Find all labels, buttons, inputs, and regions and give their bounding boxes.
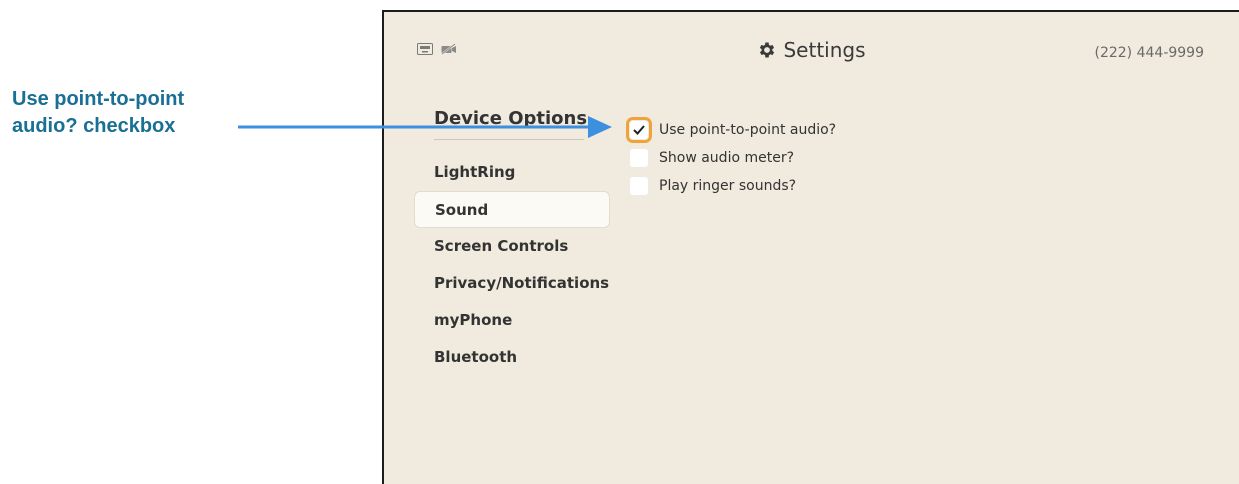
checkmark-icon (633, 125, 645, 135)
sound-options: Use point-to-point audio? Show audio met… (626, 116, 837, 200)
title-text: Settings (783, 38, 866, 62)
section-divider (434, 139, 584, 140)
show-audio-meter-checkbox[interactable] (630, 149, 648, 167)
option-show-audio-meter[interactable]: Show audio meter? (630, 144, 836, 172)
sidebar-menu: LightRing Sound Screen Controls Privacy/… (414, 154, 610, 376)
option-point-to-point-audio[interactable]: Use point-to-point audio? (626, 116, 837, 144)
point-to-point-audio-checkbox[interactable] (626, 117, 652, 143)
phone-number: (222) 444-9999 (1094, 45, 1205, 61)
callout-line-2: audio? checkbox (12, 115, 176, 137)
option-play-ringer-sounds[interactable]: Play ringer sounds? (630, 172, 836, 200)
section-title: Device Options (434, 108, 588, 129)
callout-line-1: Use point-to-point (12, 88, 185, 110)
top-bar: Settings (222) 444-9999 (384, 12, 1239, 82)
sidebar-item-sound[interactable]: Sound (414, 191, 610, 228)
option-label: Play ringer sounds? (659, 178, 797, 194)
gear-icon (760, 42, 775, 58)
option-label: Show audio meter? (659, 150, 795, 166)
settings-screen: Settings (222) 444-9999 Device Options L… (382, 10, 1239, 484)
sidebar-item-privacy-notifications[interactable]: Privacy/Notifications (414, 265, 610, 302)
option-label: Use point-to-point audio? (659, 122, 837, 138)
sidebar-item-bluetooth[interactable]: Bluetooth (414, 339, 610, 376)
sidebar-item-screen-controls[interactable]: Screen Controls (414, 228, 610, 265)
play-ringer-sounds-checkbox[interactable] (630, 177, 648, 195)
sidebar-item-myphone[interactable]: myPhone (414, 302, 610, 339)
sidebar-item-lightring[interactable]: LightRing (414, 154, 610, 191)
callout-text: Use point-to-point audio? checkbox (12, 86, 242, 140)
